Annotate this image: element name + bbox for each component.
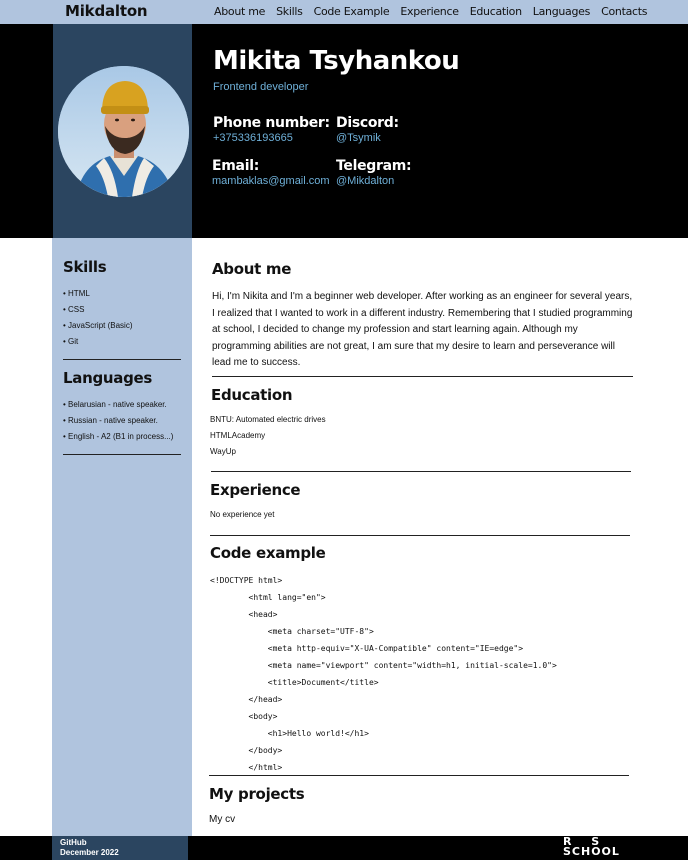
education-title: Education xyxy=(211,386,293,404)
contact-email: Email: mambaklas@gmail.com xyxy=(212,158,330,187)
hero-main: Mikita Tsyhankou Frontend developer Phon… xyxy=(212,24,673,238)
divider xyxy=(210,535,630,536)
contact-phone: Phone number: +375336193665 xyxy=(213,115,330,144)
hero-section: Mikita Tsyhankou Frontend developer Phon… xyxy=(0,24,688,238)
rs-school-logo[interactable]: R S SCHOOL xyxy=(563,836,633,859)
nav-item-code-example[interactable]: Code Example xyxy=(314,5,390,18)
contact-telegram-value[interactable]: @Mikdalton xyxy=(336,175,411,187)
github-link[interactable]: GitHub xyxy=(60,838,119,848)
skill-item: CSS xyxy=(63,302,181,318)
code-line: <h1>Hello world!</h1> xyxy=(210,729,369,738)
divider xyxy=(63,359,181,360)
nav-item-languages[interactable]: Languages xyxy=(533,5,591,18)
education-item: HTMLAcademy xyxy=(210,431,266,440)
code-line: </head> xyxy=(210,695,283,704)
contact-discord-label: Discord: xyxy=(336,115,399,131)
nav-item-about[interactable]: About me xyxy=(214,5,265,18)
languages-title: Languages xyxy=(63,369,153,387)
top-nav: Mikdalton About me Skills Code Example E… xyxy=(0,0,688,24)
rs-logo-line: SCHOOL xyxy=(563,845,620,858)
skills-section: Skills HTML CSS JavaScript (Basic) Git xyxy=(63,258,181,360)
projects-title: My projects xyxy=(209,785,305,803)
profile-role: Frontend developer xyxy=(213,81,309,93)
contact-email-label: Email: xyxy=(212,158,259,174)
divider xyxy=(212,376,633,377)
about-text: Hi, I'm Nikita and I'm a beginner web de… xyxy=(212,291,633,368)
skills-title: Skills xyxy=(63,258,107,276)
code-line: <head> xyxy=(210,610,278,619)
skills-list: HTML CSS JavaScript (Basic) Git xyxy=(63,286,181,350)
experience-text: No experience yet xyxy=(210,510,275,519)
about-title: About me xyxy=(212,260,292,278)
education-item: WayUp xyxy=(210,447,236,456)
contact-email-value[interactable]: mambaklas@gmail.com xyxy=(212,175,330,187)
code-line: <meta charset="UTF-8"> xyxy=(210,627,374,636)
profile-name: Mikita Tsyhankou xyxy=(213,46,460,76)
code-line: <meta http-equiv="X-UA-Compatible" conte… xyxy=(210,644,524,653)
contact-phone-value[interactable]: +375336193665 xyxy=(213,132,330,144)
skill-item: Git xyxy=(63,334,181,350)
language-item: Belarusian - native speaker. xyxy=(63,397,181,413)
nav-item-contacts[interactable]: Contacts xyxy=(601,5,647,18)
contact-phone-label: Phone number: xyxy=(213,115,330,131)
contact-telegram-label: Telegram: xyxy=(336,158,412,174)
experience-title: Experience xyxy=(210,481,301,499)
brand-logo[interactable]: Mikdalton xyxy=(65,2,148,20)
languages-list: Belarusian - native speaker. Russian - n… xyxy=(63,397,181,445)
code-line: </html> xyxy=(210,763,283,772)
contact-telegram: Telegram: @Mikdalton xyxy=(336,158,412,187)
languages-section: Languages Belarusian - native speaker. R… xyxy=(63,369,181,455)
footer-date: December 2022 xyxy=(60,848,119,857)
footer: GitHub December 2022 R S SCHOOL xyxy=(0,836,688,860)
skill-item: JavaScript (Basic) xyxy=(63,318,181,334)
language-item: Russian - native speaker. xyxy=(63,413,181,429)
hero-sidebar xyxy=(53,24,192,238)
code-line: </body> xyxy=(210,746,283,755)
language-item: English - A2 (B1 in process...) xyxy=(63,429,181,445)
footer-github[interactable]: GitHub December 2022 xyxy=(60,838,119,858)
nav-item-skills[interactable]: Skills xyxy=(276,5,303,18)
sidebar: Skills HTML CSS JavaScript (Basic) Git L… xyxy=(52,238,192,836)
divider xyxy=(211,471,631,472)
code-line: <meta name="viewport" content="width=h1,… xyxy=(210,661,557,670)
code-line: <body> xyxy=(210,712,278,721)
code-line: <!DOCTYPE html> xyxy=(210,576,283,585)
code-block: <!DOCTYPE html> <html lang="en"> <head> … xyxy=(210,572,557,776)
education-item: BNTU: Automated electric drives xyxy=(210,415,326,424)
nav-item-experience[interactable]: Experience xyxy=(400,5,459,18)
divider xyxy=(209,775,629,776)
contact-discord: Discord: @Tsymik xyxy=(336,115,399,144)
code-example-title: Code example xyxy=(210,544,326,562)
nav-item-education[interactable]: Education xyxy=(470,5,522,18)
contact-discord-value[interactable]: @Tsymik xyxy=(336,132,399,144)
nav-menu: About me Skills Code Example Experience … xyxy=(214,5,658,18)
code-line: <html lang="en"> xyxy=(210,593,326,602)
project-link-my-cv[interactable]: My cv xyxy=(209,814,235,825)
divider xyxy=(63,454,181,455)
avatar xyxy=(58,66,189,197)
skill-item: HTML xyxy=(63,286,181,302)
code-line: <title>Document</title> xyxy=(210,678,379,687)
